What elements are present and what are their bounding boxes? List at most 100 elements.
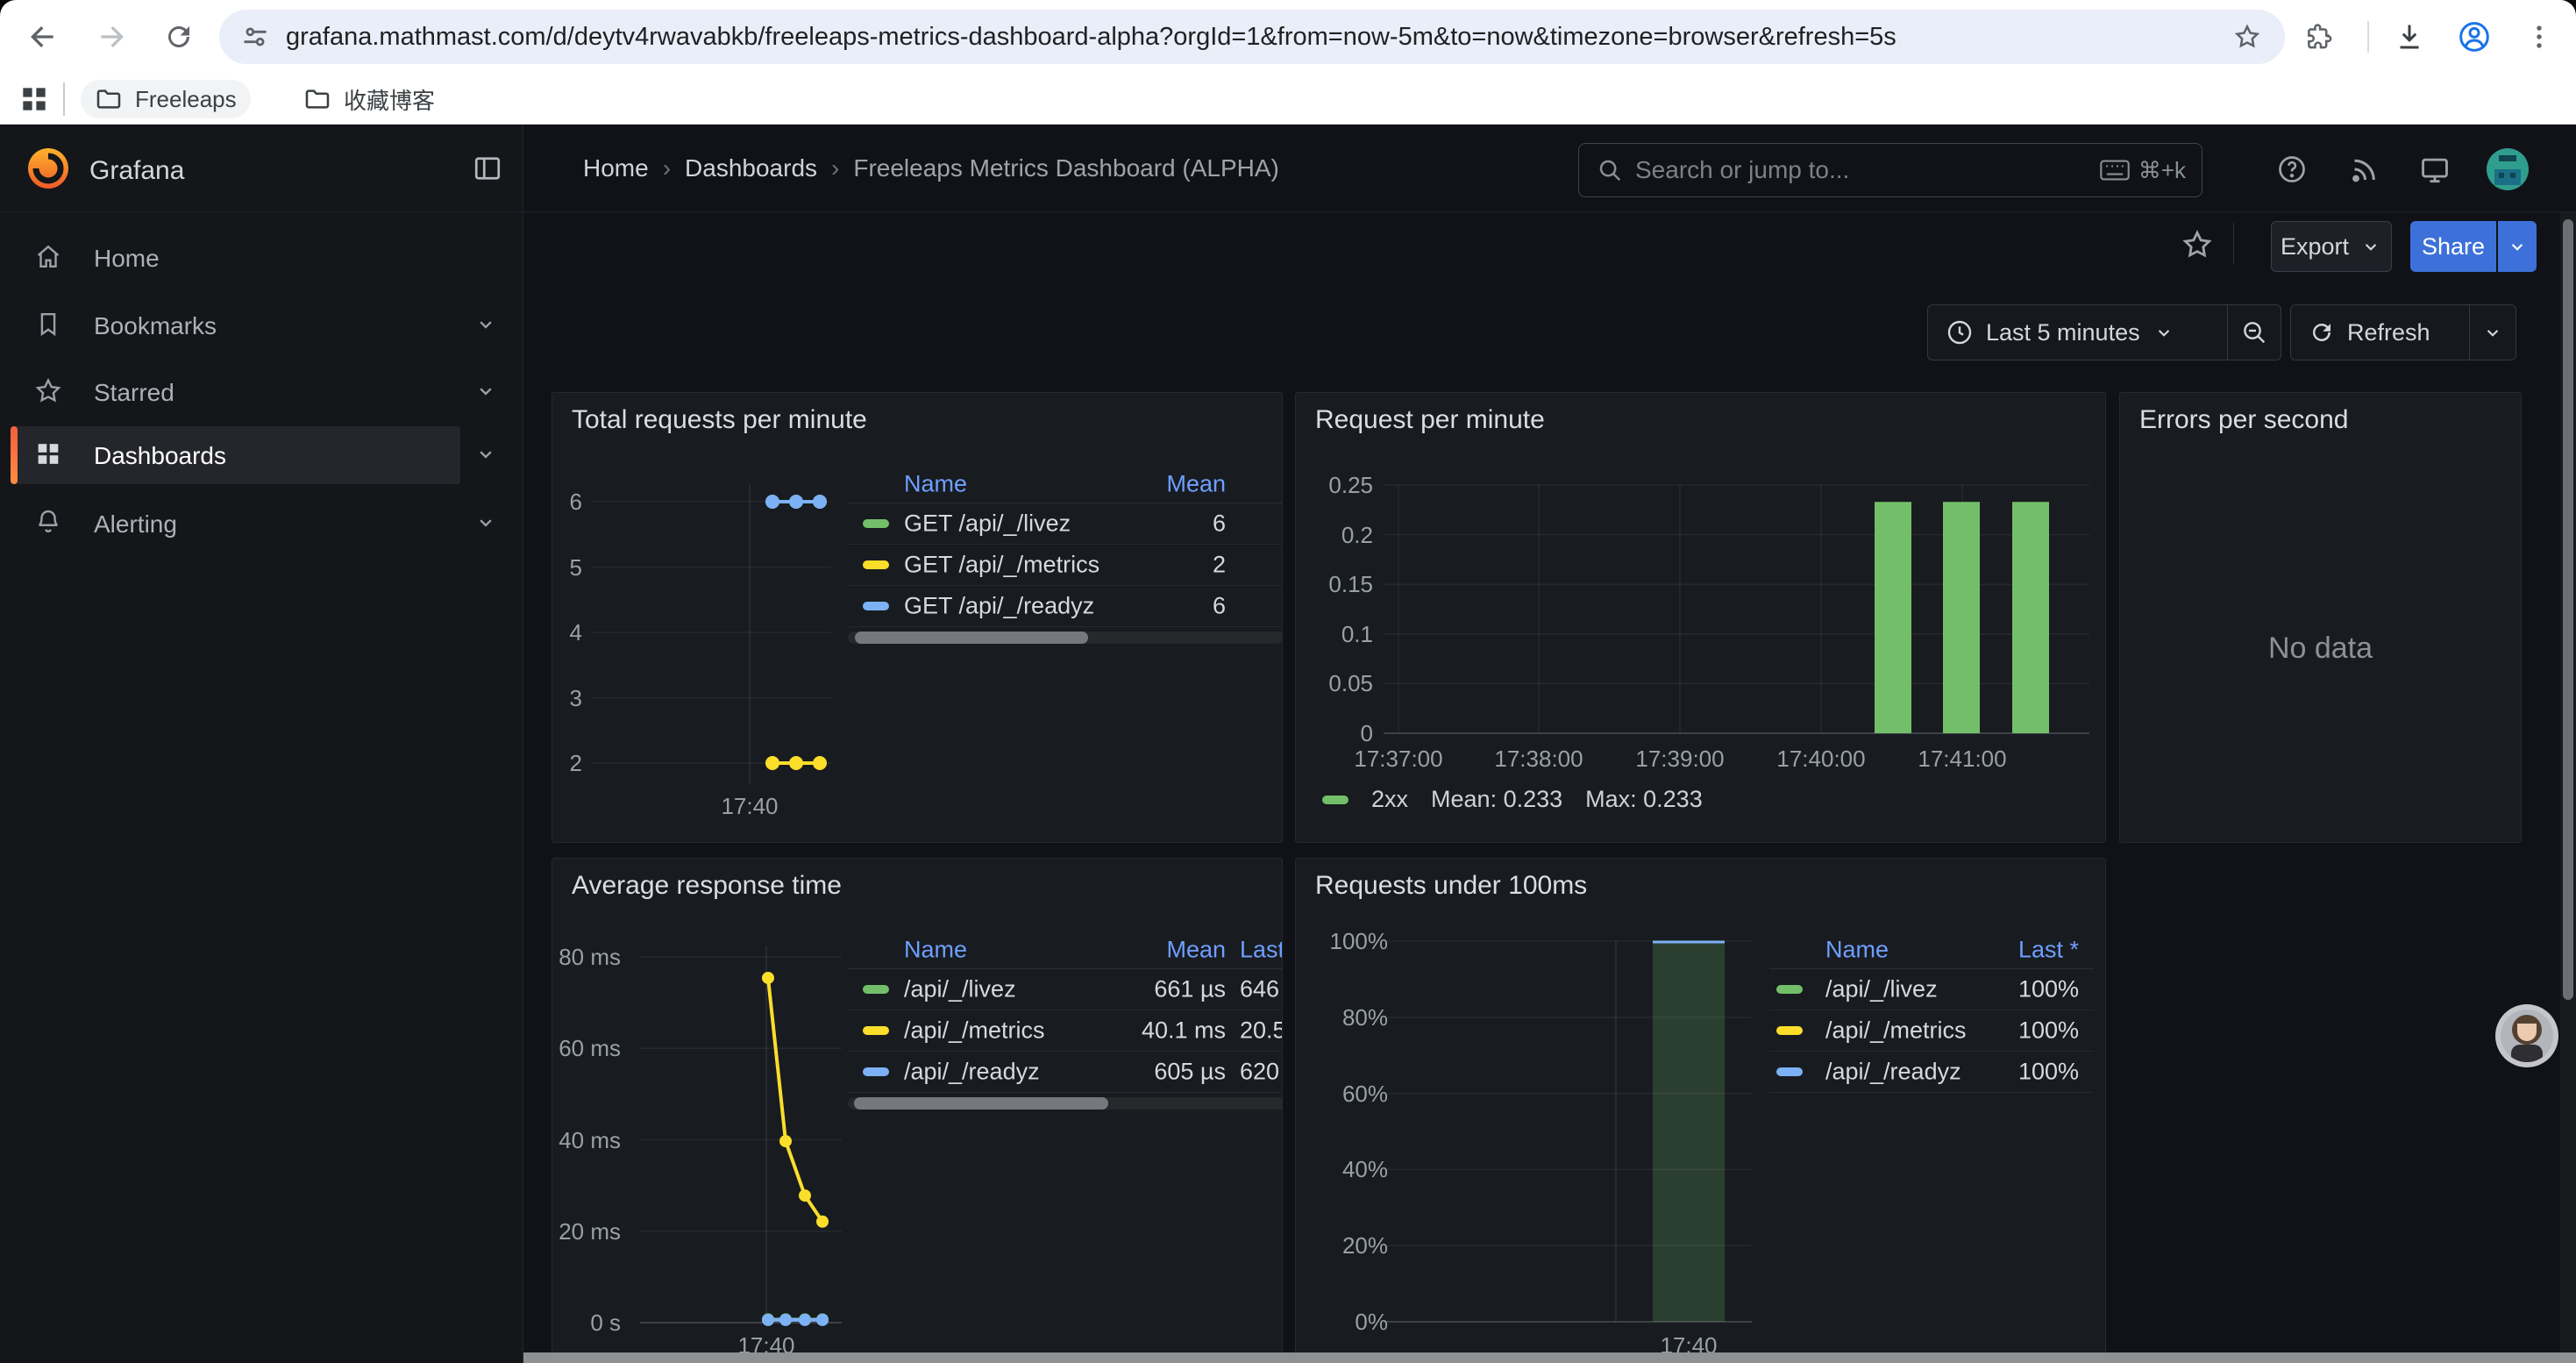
column-header[interactable]: Mean [1112,470,1226,497]
legend-scrollbar[interactable] [848,632,1283,644]
column-header[interactable]: Mean [1103,936,1226,963]
breadcrumb-item[interactable]: Freeleaps Metrics Dashboard (ALPHA) [853,154,1279,182]
url-text[interactable]: grafana.mathmast.com/d/deytv4rwavabkb/fr… [286,23,2232,52]
chart-canvas[interactable] [1296,393,2106,843]
back-button[interactable] [23,18,61,56]
breadcrumb-item[interactable]: Dashboards [685,154,817,182]
user-avatar[interactable] [2487,148,2529,190]
legend-table-header: Name Mean [848,465,1283,503]
breadcrumb: Home›Dashboards›Freeleaps Metrics Dashbo… [583,125,1279,212]
menu-kebab-icon[interactable] [2520,18,2558,56]
series-last: 620 µs [1240,1059,1283,1086]
series-name[interactable]: /api/_/livez [904,976,1016,1003]
refresh-button[interactable]: Refresh [2291,319,2469,346]
panel-total-requests-per-minute: Total requests per minute 6543217:40Name… [551,392,1283,843]
reload-button[interactable] [160,18,198,56]
vertical-scrollbar[interactable] [2560,212,2576,1363]
bookmark-star-icon[interactable] [2232,22,2262,52]
series-name[interactable]: GET /api/_/livez [904,510,1071,538]
grafana-sidebar: Home Bookmarks Starred Dashboards Alerting [0,125,523,1363]
x-axis-tick: 17:37:00 [1320,746,1477,773]
assistant-avatar[interactable] [2495,1004,2558,1067]
clock-icon [1946,318,1974,346]
series-name[interactable]: /api/_/readyz [1825,1059,1961,1086]
legend-row: GET /api/_/livez6 [848,503,1283,545]
series-mean: 605 µs [1103,1059,1226,1086]
search-placeholder: Search or jump to... [1635,156,2100,184]
column-header[interactable]: Name [904,470,967,497]
series-name[interactable]: GET /api/_/metrics [904,552,1099,579]
share-button[interactable]: Share [2410,221,2496,272]
series-name[interactable]: GET /api/_/readyz [904,593,1094,620]
active-item-background [11,426,460,484]
y-axis-tick: 0.1 [1296,620,1373,648]
search-shortcut: ⌘+k [2100,157,2186,184]
help-icon[interactable] [2276,153,2308,189]
series-mean: 2 [1112,552,1226,579]
legend-series-name[interactable]: 2xx [1371,786,1408,813]
chevron-down-icon[interactable] [473,312,498,341]
refresh-interval-dropdown[interactable] [2470,321,2516,344]
sidebar-item-home[interactable]: Home [0,232,523,285]
sidebar-item-label: Home [94,245,160,273]
x-axis-tick: 17:41:00 [1883,746,2041,773]
series-name[interactable]: /api/_/readyz [904,1059,1040,1086]
breadcrumb-item[interactable]: Home [583,154,649,182]
panel-title[interactable]: Errors per second [2139,405,2348,435]
extensions-icon[interactable] [2299,18,2338,56]
y-axis-tick: 80% [1296,1003,1388,1031]
column-header[interactable]: Last * [1240,936,1283,963]
sidebar-item-alerting[interactable]: Alerting [0,498,523,551]
series-name[interactable]: /api/_/metrics [904,1017,1045,1045]
address-bar[interactable]: grafana.mathmast.com/d/deytv4rwavabkb/fr… [219,10,2285,64]
search-input[interactable]: Search or jump to... ⌘+k [1578,143,2202,197]
favorite-star-icon[interactable] [2180,227,2215,267]
y-axis-tick: 2 [552,749,582,777]
series-color-chip [1776,1026,1803,1035]
chevron-down-icon[interactable] [473,442,498,471]
bookmark-folder-freeleaps[interactable]: Freeleaps [81,80,251,118]
apps-grid-icon[interactable] [18,82,51,120]
legend-scrollbar[interactable] [848,1097,1283,1110]
site-settings-icon[interactable] [240,22,270,52]
refresh-icon [2309,319,2335,346]
chevron-down-icon[interactable] [473,510,498,539]
series-name[interactable]: /api/_/livez [1825,976,1938,1003]
series-color-chip [1776,1067,1803,1076]
y-axis-tick: 100% [1296,927,1388,955]
monitor-icon[interactable] [2418,153,2451,191]
share-dropdown-button[interactable] [2498,221,2537,272]
forward-button[interactable] [93,18,132,56]
zoom-out-button[interactable] [2228,318,2281,346]
grafana-logo[interactable] [25,145,72,196]
export-button[interactable]: Export [2271,221,2392,272]
bookmark-folder-blogs[interactable]: 收藏博客 [289,80,449,118]
y-axis-tick: 40 ms [552,1126,621,1154]
profile-icon[interactable] [2455,18,2494,56]
legend-table: NameLast */api/_/livez100%/api/_/metrics… [1769,931,2094,1093]
sidebar-item-starred[interactable]: Starred [0,367,523,419]
active-item-accent [11,426,18,484]
vertical-scrollbar-thumb[interactable] [2563,219,2573,1000]
news-rss-icon[interactable] [2348,153,2380,189]
chevron-down-icon[interactable] [473,379,498,408]
legend-scrollbar-thumb[interactable] [854,1097,1108,1110]
series-color-chip [863,1026,889,1035]
collapse-sidebar-icon[interactable] [472,153,503,189]
chart-legend: 2xxMean: 0.233Max: 0.233 [1322,786,1703,813]
y-axis-tick: 0 [1296,719,1373,747]
column-header[interactable]: Name [1825,936,1889,963]
toolbar-divider [2233,223,2234,265]
sidebar-item-dashboards[interactable]: Dashboards [0,430,523,482]
series-name[interactable]: /api/_/metrics [1825,1017,1967,1045]
download-icon[interactable] [2390,18,2429,56]
horizontal-scrollbar[interactable] [523,1352,2576,1363]
time-range-picker[interactable]: Last 5 minutes [1928,318,2227,346]
column-header[interactable]: Name [904,936,967,963]
bookmarks-divider [63,82,65,116]
legend-scrollbar-thumb[interactable] [855,632,1088,644]
sidebar-item-label: Dashboards [94,442,226,470]
sidebar-item-bookmarks[interactable]: Bookmarks [0,300,523,353]
folder-icon [303,85,331,113]
column-header[interactable]: Last * [1956,936,2079,963]
